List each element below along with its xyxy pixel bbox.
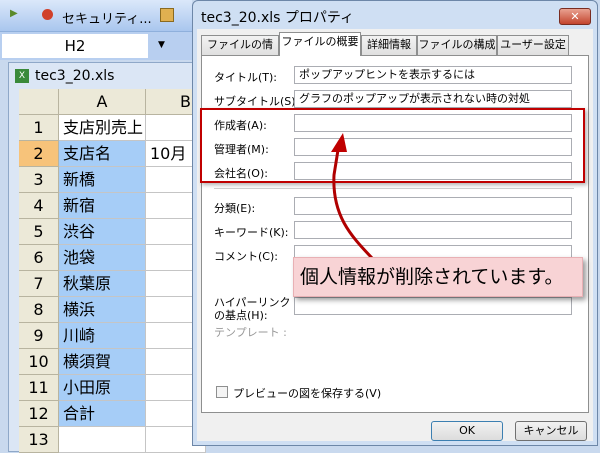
arrow-head-icon bbox=[331, 133, 347, 152]
callout-note: 個人情報が削除されています。 bbox=[293, 257, 583, 297]
arrow-line bbox=[332, 149, 374, 260]
tab-summary[interactable]: ファイルの概要 bbox=[279, 32, 361, 56]
arrow-annotation bbox=[331, 133, 374, 260]
